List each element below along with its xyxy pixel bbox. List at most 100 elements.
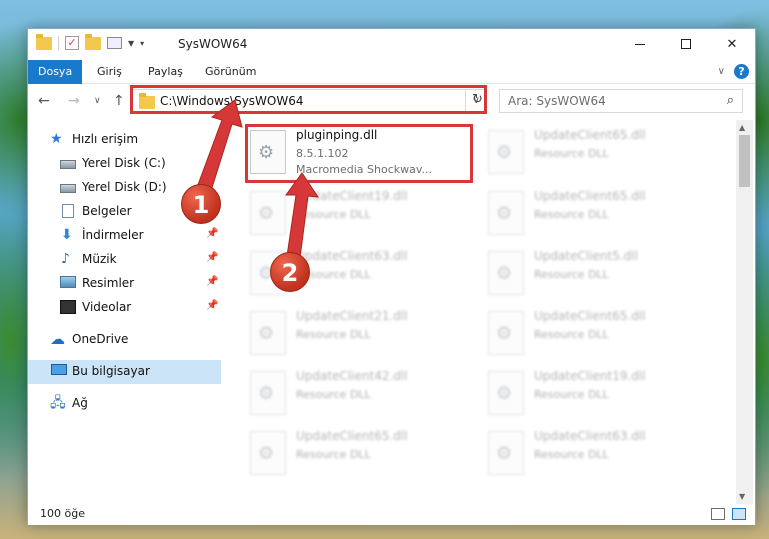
chevron-down-icon[interactable]: ▼ bbox=[128, 39, 134, 48]
pictures-icon bbox=[60, 276, 76, 288]
tab-view[interactable]: Görünüm bbox=[195, 60, 266, 84]
sidebar-item-label: Belgeler bbox=[82, 204, 132, 218]
customize-toolbar-dropdown-icon[interactable]: ▾ bbox=[140, 39, 144, 48]
sidebar-item-label: Ağ bbox=[72, 396, 88, 410]
window-controls: ✕ bbox=[617, 29, 755, 59]
drive-icon bbox=[60, 160, 76, 169]
search-input[interactable]: Ara: SysWOW64 ⌕ bbox=[499, 89, 743, 113]
file-description: Resource DLL bbox=[534, 268, 609, 281]
up-arrow-icon[interactable]: ↑ bbox=[113, 93, 125, 109]
expand-ribbon-icon[interactable]: ∨ bbox=[718, 66, 725, 77]
sidebar-item-pictures[interactable]: Resimler 📌 bbox=[28, 272, 221, 296]
minimize-button[interactable] bbox=[617, 29, 663, 59]
file-name: UpdateClient63.dll bbox=[534, 429, 646, 443]
file-name: UpdateClient19.dll bbox=[534, 369, 646, 383]
file-description: Resource DLL bbox=[296, 328, 371, 341]
address-highlight-box bbox=[130, 85, 487, 114]
star-icon: ★ bbox=[50, 131, 63, 147]
maximize-icon bbox=[681, 39, 691, 49]
file-highlight-box bbox=[245, 124, 473, 183]
recent-locations-icon[interactable]: ∨ bbox=[94, 96, 101, 106]
file-tile[interactable]: UpdateClient65.dll Resource DLL bbox=[486, 307, 716, 365]
sidebar-item-label: OneDrive bbox=[72, 332, 129, 346]
dll-file-icon bbox=[488, 431, 524, 475]
dll-file-icon bbox=[250, 191, 286, 235]
drive-icon bbox=[60, 184, 76, 193]
toolbar-divider bbox=[58, 36, 59, 50]
file-tile[interactable]: UpdateClient65.dll Resource DLL bbox=[248, 427, 478, 485]
file-name: UpdateClient21.dll bbox=[296, 309, 408, 323]
file-tile[interactable]: UpdateClient63.dll Resource DLL bbox=[486, 427, 716, 485]
file-description: Resource DLL bbox=[534, 448, 609, 461]
file-tile[interactable]: UpdateClient65.dll Resource DLL bbox=[486, 126, 716, 184]
file-description: Resource DLL bbox=[534, 328, 609, 341]
file-tile[interactable]: UpdateClient19.dll Resource DLL bbox=[248, 187, 478, 245]
close-icon: ✕ bbox=[726, 36, 738, 52]
ribbon-tabs: Dosya Giriş Paylaş Görünüm ∨ ? bbox=[28, 60, 755, 84]
title-bar: ✓ ▼ ▾ SysWOW64 ✕ bbox=[28, 29, 755, 60]
search-icon[interactable]: ⌕ bbox=[727, 93, 734, 108]
search-placeholder: Ara: SysWOW64 bbox=[508, 94, 606, 108]
file-tile[interactable]: UpdateClient42.dll Resource DLL bbox=[248, 367, 478, 425]
file-name: UpdateClient65.dll bbox=[534, 189, 646, 203]
item-count: 100 öğe bbox=[40, 507, 85, 520]
file-name: UpdateClient63.dll bbox=[296, 249, 408, 263]
quick-access-toolbar: ✓ ▼ ▾ bbox=[36, 33, 144, 50]
music-icon: ♪ bbox=[61, 251, 70, 267]
file-tile[interactable]: UpdateClient5.dll Resource DLL bbox=[486, 247, 716, 305]
file-description: Resource DLL bbox=[296, 448, 371, 461]
sidebar-item-label: Bu bilgisayar bbox=[72, 364, 150, 378]
help-icon[interactable]: ? bbox=[734, 64, 749, 79]
vertical-scrollbar[interactable]: ▲ ▼ bbox=[736, 120, 753, 504]
videos-icon bbox=[60, 300, 76, 314]
dll-file-icon bbox=[250, 311, 286, 355]
close-button[interactable]: ✕ bbox=[709, 29, 755, 59]
pin-icon[interactable]: 📌 bbox=[206, 228, 218, 239]
forward-arrow-icon[interactable]: → bbox=[68, 93, 80, 109]
folder-icon[interactable] bbox=[36, 33, 52, 50]
sidebar-item-this-pc[interactable]: Bu bilgisayar bbox=[28, 360, 221, 384]
file-tile[interactable]: UpdateClient21.dll Resource DLL bbox=[248, 307, 478, 365]
sidebar-item-label: Müzik bbox=[82, 252, 117, 266]
properties-check-icon[interactable]: ✓ bbox=[65, 36, 79, 50]
file-tile[interactable]: UpdateClient19.dll Resource DLL bbox=[486, 367, 716, 425]
step-2-badge: 2 bbox=[270, 252, 310, 292]
tab-file[interactable]: Dosya bbox=[28, 60, 83, 84]
dll-file-icon bbox=[488, 191, 524, 235]
sidebar-item-onedrive[interactable]: ☁ OneDrive bbox=[28, 328, 221, 352]
file-name: UpdateClient42.dll bbox=[296, 369, 408, 383]
scrollbar-thumb[interactable] bbox=[739, 135, 750, 187]
customize-icon[interactable] bbox=[107, 37, 122, 49]
new-folder-icon[interactable] bbox=[85, 33, 101, 50]
file-name: UpdateClient5.dll bbox=[534, 249, 638, 263]
tab-share[interactable]: Paylaş bbox=[138, 60, 193, 84]
sidebar-item-label: Hızlı erişim bbox=[72, 132, 139, 146]
dll-file-icon bbox=[488, 130, 524, 174]
window-title: SysWOW64 bbox=[178, 37, 248, 51]
sidebar-item-music[interactable]: ♪ Müzik 📌 bbox=[28, 248, 221, 272]
file-description: Resource DLL bbox=[534, 208, 609, 221]
sidebar-item-downloads[interactable]: ⬇ İndirmeler 📌 bbox=[28, 224, 221, 248]
sidebar-item-quick-access[interactable]: ★ Hızlı erişim bbox=[28, 128, 221, 152]
pin-icon[interactable]: 📌 bbox=[206, 252, 218, 263]
file-name: UpdateClient65.dll bbox=[534, 309, 646, 323]
sidebar-item-label: Yerel Disk (D:) bbox=[82, 180, 167, 194]
sidebar-item-local-disk-c[interactable]: Yerel Disk (C:) bbox=[28, 152, 221, 176]
dll-file-icon bbox=[250, 371, 286, 415]
file-description: Resource DLL bbox=[296, 388, 371, 401]
tab-home[interactable]: Giriş bbox=[87, 60, 132, 84]
scroll-down-icon[interactable]: ▼ bbox=[739, 492, 745, 501]
back-arrow-icon[interactable]: ← bbox=[38, 93, 50, 109]
file-tile[interactable]: UpdateClient65.dll Resource DLL bbox=[486, 187, 716, 245]
details-view-icon[interactable] bbox=[711, 508, 725, 520]
file-name: UpdateClient19.dll bbox=[296, 189, 408, 203]
network-icon: 🖧 bbox=[50, 395, 66, 411]
pin-icon[interactable]: 📌 bbox=[206, 276, 218, 287]
maximize-button[interactable] bbox=[663, 29, 709, 59]
scroll-up-icon[interactable]: ▲ bbox=[739, 123, 745, 132]
cloud-icon: ☁ bbox=[50, 330, 65, 348]
sidebar-item-videos[interactable]: Videolar 📌 bbox=[28, 296, 221, 320]
sidebar-item-network[interactable]: 🖧 Ağ bbox=[28, 392, 221, 416]
pin-icon[interactable]: 📌 bbox=[206, 300, 218, 311]
tiles-view-icon[interactable] bbox=[732, 508, 746, 520]
